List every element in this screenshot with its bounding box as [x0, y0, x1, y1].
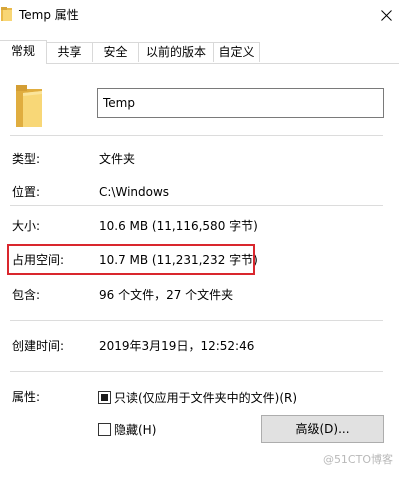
advanced-button[interactable]: 高级(D)...	[261, 415, 384, 443]
tab-general[interactable]: 常规	[0, 40, 47, 64]
folder-icon	[1, 7, 12, 21]
title-bar: Temp 属性	[0, 0, 399, 32]
type-label: 类型:	[12, 152, 41, 166]
close-icon	[381, 10, 392, 21]
hidden-checkbox-label[interactable]: 隐藏(H)	[114, 422, 156, 438]
highlight-annotation	[7, 244, 255, 275]
readonly-checkbox[interactable]	[98, 391, 111, 404]
contains-value: 96 个文件，27 个文件夹	[99, 288, 234, 302]
location-label: 位置:	[12, 185, 41, 199]
divider	[10, 320, 383, 321]
window-title: Temp 属性	[19, 8, 79, 22]
hidden-checkbox[interactable]	[98, 423, 111, 436]
divider	[10, 135, 383, 136]
folder-name-input[interactable]	[97, 88, 384, 118]
indeterminate-mark	[101, 394, 108, 401]
tab-customize[interactable]: 自定义	[213, 42, 260, 62]
divider	[10, 371, 383, 372]
attributes-label: 属性:	[12, 390, 41, 404]
contains-label: 包含:	[12, 288, 41, 302]
folder-icon	[16, 85, 42, 127]
watermark: @51CTO博客	[322, 453, 393, 466]
size-value: 10.6 MB (11,116,580 字节)	[99, 219, 258, 233]
readonly-checkbox-label[interactable]: 只读(仅应用于文件夹中的文件)(R)	[114, 390, 297, 406]
tab-sharing[interactable]: 共享	[46, 42, 93, 62]
location-value: C:\Windows	[99, 185, 170, 199]
created-label: 创建时间:	[12, 339, 65, 353]
divider	[10, 205, 383, 206]
type-value: 文件夹	[99, 152, 136, 166]
tab-security[interactable]: 安全	[92, 42, 139, 62]
size-label: 大小:	[12, 219, 41, 233]
close-button[interactable]	[370, 0, 399, 32]
tab-previous-versions[interactable]: 以前的版本	[138, 42, 214, 62]
tab-strip: 常规 共享 安全 以前的版本 自定义	[0, 40, 399, 64]
created-value: 2019年3月19日，12:52:46	[99, 339, 255, 353]
